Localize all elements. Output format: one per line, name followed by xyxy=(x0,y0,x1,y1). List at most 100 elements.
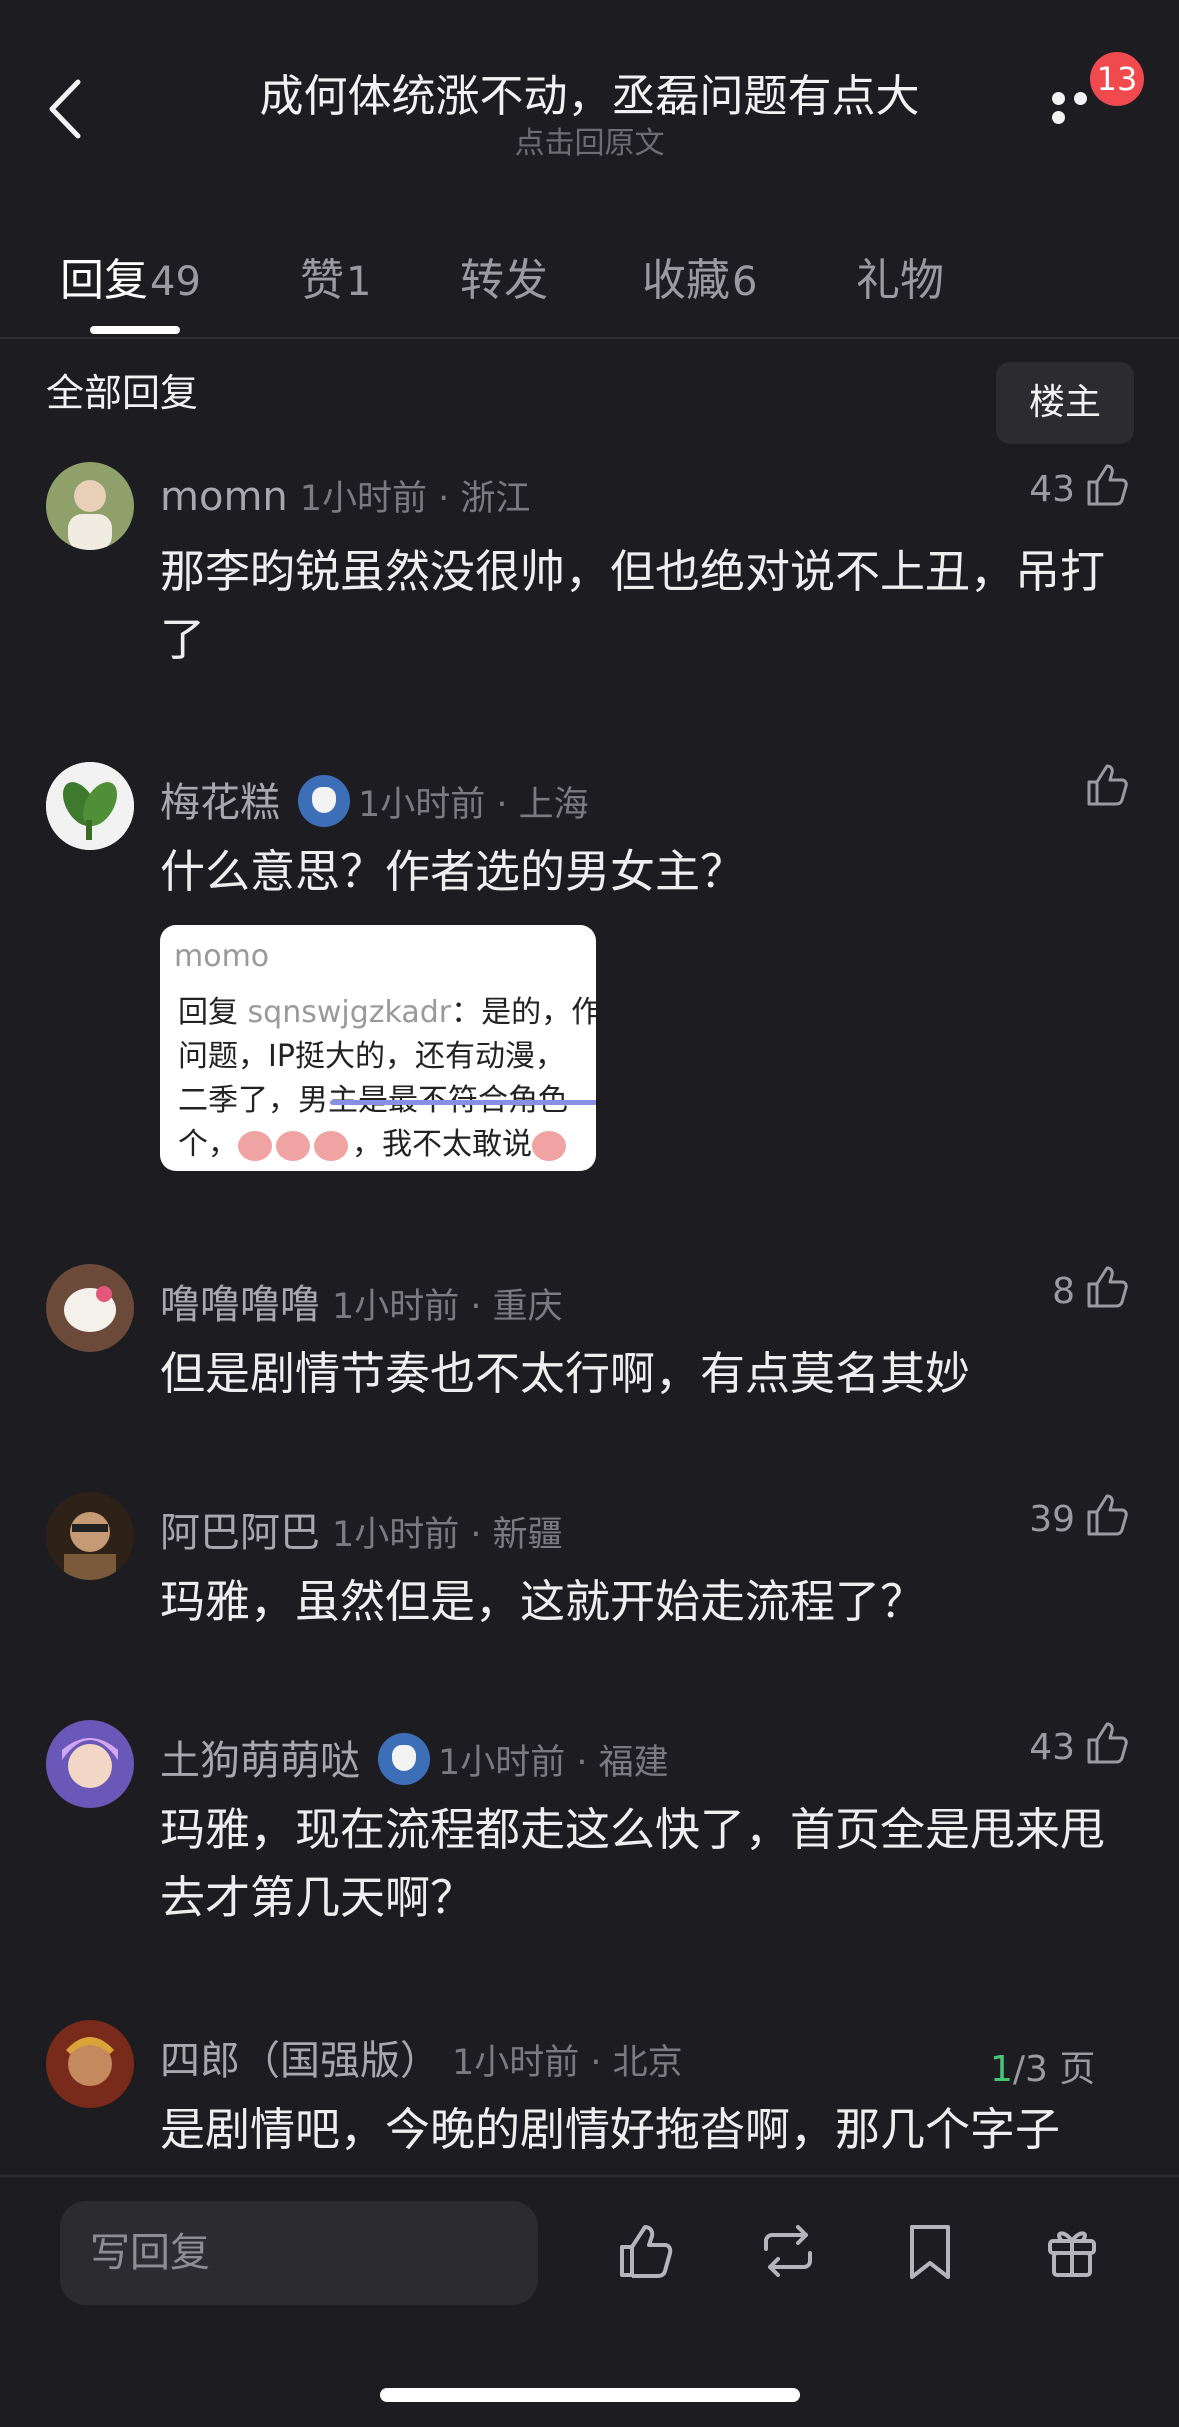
timestamp-location: 1小时前 · 重庆 xyxy=(332,1287,563,1327)
thumbs-up-icon xyxy=(1087,1266,1128,1308)
bookmark-icon xyxy=(910,2225,950,2279)
thumbs-up-icon xyxy=(620,2225,673,2278)
comment-meta: 噜噜噜噜 1小时前 · 重庆 xyxy=(160,1272,563,1330)
tab-likes[interactable]: 赞1 xyxy=(300,244,371,308)
reply-input[interactable]: 写回复 xyxy=(60,2201,538,2305)
timestamp-location: 1小时前 · 福建 xyxy=(438,1743,669,1783)
gift-icon xyxy=(1048,2231,1096,2277)
timestamp-location: 1小时前 · 浙江 xyxy=(299,479,531,519)
username[interactable]: 阿巴阿巴 xyxy=(160,1510,320,1556)
comment-image-attachment[interactable]: momo 回复 sqnswjgzkadr：是的，作 问题，IP挺大的，还有动漫，… xyxy=(160,925,596,1171)
repost-button[interactable] xyxy=(756,2219,820,2283)
notification-badge: 13 xyxy=(1090,52,1144,106)
tab-gifts[interactable]: 礼物 xyxy=(856,244,944,308)
tab-count: 1 xyxy=(346,259,372,305)
tab-count: 6 xyxy=(732,259,758,305)
page-title[interactable]: 成何体统涨不动，丞磊问题有点大 xyxy=(0,60,1179,124)
comment-meta: 土狗萌萌哒 1小时前 · 福建 xyxy=(160,1728,669,1789)
owner-only-button[interactable]: 楼主 xyxy=(996,362,1134,444)
username[interactable]: momn xyxy=(160,474,288,520)
thumbs-up-icon xyxy=(1087,1722,1128,1764)
tab-label: 回复 xyxy=(60,255,148,306)
like-count: 8 xyxy=(1052,1271,1075,1312)
comment-text: 那李昀锐虽然没很帅，但也绝对说不上丑，吊打了 xyxy=(160,545,1106,666)
avatar[interactable] xyxy=(46,1264,134,1352)
total-pages: /3 页 xyxy=(1012,2049,1096,2090)
like-button[interactable]: 43 xyxy=(1029,464,1133,516)
comment-meta: 阿巴阿巴 1小时前 · 新疆 xyxy=(160,1500,563,1558)
back-to-original-link[interactable]: 点击回原文 xyxy=(0,118,1179,162)
username[interactable]: 噜噜噜噜 xyxy=(160,1282,320,1328)
home-indicator[interactable] xyxy=(380,2388,800,2402)
avatar[interactable] xyxy=(46,2020,134,2108)
thumbs-up-icon xyxy=(1087,464,1128,506)
timestamp-location: 1小时前 · 上海 xyxy=(358,785,589,825)
username[interactable]: 土狗萌萌哒 xyxy=(160,1738,360,1784)
like-button[interactable]: 43 xyxy=(1029,1722,1133,1774)
avatar[interactable] xyxy=(46,1720,134,1808)
crying-emoji-icon xyxy=(276,1130,310,1161)
tab-label: 赞 xyxy=(300,255,344,306)
comment-item[interactable]: 阿巴阿巴 1小时前 · 新疆 39 玛雅，虽然但是，这就开始走流程了？ xyxy=(0,1492,1179,1632)
like-post-button[interactable] xyxy=(614,2219,678,2283)
comment-text: 是剧情吧，今晚的剧情好拖沓啊，那几个字子 xyxy=(160,2103,1061,2156)
quote-username: momo xyxy=(174,939,270,974)
timestamp-location: 1小时前 · 北京 xyxy=(452,2043,683,2083)
thumbs-up-icon xyxy=(1087,764,1128,806)
comment-meta: 四郎（国强版） 1小时前 · 北京 xyxy=(160,2028,683,2086)
like-button[interactable]: 39 xyxy=(1029,1494,1133,1546)
header: 成何体统涨不动，丞磊问题有点大 点击回原文 13 xyxy=(0,0,1179,170)
avatar[interactable] xyxy=(46,462,134,550)
comment-meta: 梅花糕 1小时前 · 上海 xyxy=(160,770,589,831)
quote-text: 个， xyxy=(178,1127,238,1162)
comment-text: 什么意思？作者选的男女主？ xyxy=(160,845,746,898)
username[interactable]: 四郎（国强版） xyxy=(160,2038,440,2084)
crying-emoji-icon xyxy=(532,1130,566,1161)
favorite-button[interactable] xyxy=(898,2219,962,2283)
comment-meta: momn 1小时前 · 浙江 xyxy=(160,470,530,521)
like-count: 43 xyxy=(1029,469,1075,510)
tab-label: 礼物 xyxy=(856,255,944,306)
crying-emoji-icon xyxy=(314,1130,348,1161)
quote-text: ：是的，作 xyxy=(451,995,596,1030)
tab-favorites[interactable]: 收藏6 xyxy=(642,244,757,308)
more-dot-icon xyxy=(1052,92,1065,105)
avatar[interactable] xyxy=(46,762,134,850)
thumbs-up-icon xyxy=(1087,1494,1128,1536)
highlight-underline xyxy=(330,1100,596,1105)
tab-label: 转发 xyxy=(460,255,548,306)
quote-line: 问题，IP挺大的，还有动漫， xyxy=(178,1039,565,1074)
repost-icon xyxy=(764,2225,812,2277)
like-count: 39 xyxy=(1029,1499,1075,1540)
tab-replies[interactable]: 回复49 xyxy=(60,244,201,308)
crying-emoji-icon xyxy=(238,1130,272,1161)
page-indicator[interactable]: 1/3 页 xyxy=(990,2040,1095,2092)
like-button[interactable] xyxy=(1075,764,1133,816)
tab-bar: 回复49 赞1 转发 收藏6 礼物 xyxy=(0,232,1179,339)
fan-badge-icon xyxy=(298,775,350,827)
active-tab-indicator xyxy=(90,326,180,334)
quote-line: 回复 sqnswjgzkadr：是的，作 xyxy=(178,987,596,1031)
username[interactable]: 梅花糕 xyxy=(160,780,280,826)
like-button[interactable]: 8 xyxy=(1052,1266,1133,1318)
gift-button[interactable] xyxy=(1040,2219,1104,2283)
current-page: 1 xyxy=(990,2049,1013,2090)
comment-item[interactable]: 土狗萌萌哒 1小时前 · 福建 43 玛雅，现在流程都走这么快了，首页全是甩来甩去… xyxy=(0,1720,1179,1930)
fan-badge-icon xyxy=(378,1733,430,1785)
comment-text: 玛雅，现在流程都走这么快了，首页全是甩来甩去才第几天啊？ xyxy=(160,1803,1106,1924)
quote-handle: sqnswjgzkadr xyxy=(247,995,452,1030)
avatar[interactable] xyxy=(46,1492,134,1580)
tab-reposts[interactable]: 转发 xyxy=(460,244,548,308)
quote-reply-prefix: 回复 xyxy=(178,995,248,1030)
tab-count: 49 xyxy=(150,259,201,305)
timestamp-location: 1小时前 · 新疆 xyxy=(332,1515,563,1555)
comment-item[interactable]: momn 1小时前 · 浙江 43 那李昀锐虽然没很帅，但也绝对说不上丑，吊打了 xyxy=(0,462,1179,666)
comment-item[interactable]: 噜噜噜噜 1小时前 · 重庆 8 但是剧情节奏也不太行啊，有点莫名其妙 xyxy=(0,1264,1179,1404)
comment-text: 玛雅，虽然但是，这就开始走流程了？ xyxy=(160,1575,926,1628)
quote-line: 二季了，男主是最不符合角色 xyxy=(178,1075,568,1119)
comment-text: 但是剧情节奏也不太行啊，有点莫名其妙 xyxy=(160,1347,971,1400)
more-dot-icon xyxy=(1074,92,1087,105)
tab-label: 收藏 xyxy=(642,255,730,306)
section-title: 全部回复 xyxy=(46,371,199,415)
more-dot-icon xyxy=(1052,111,1065,124)
